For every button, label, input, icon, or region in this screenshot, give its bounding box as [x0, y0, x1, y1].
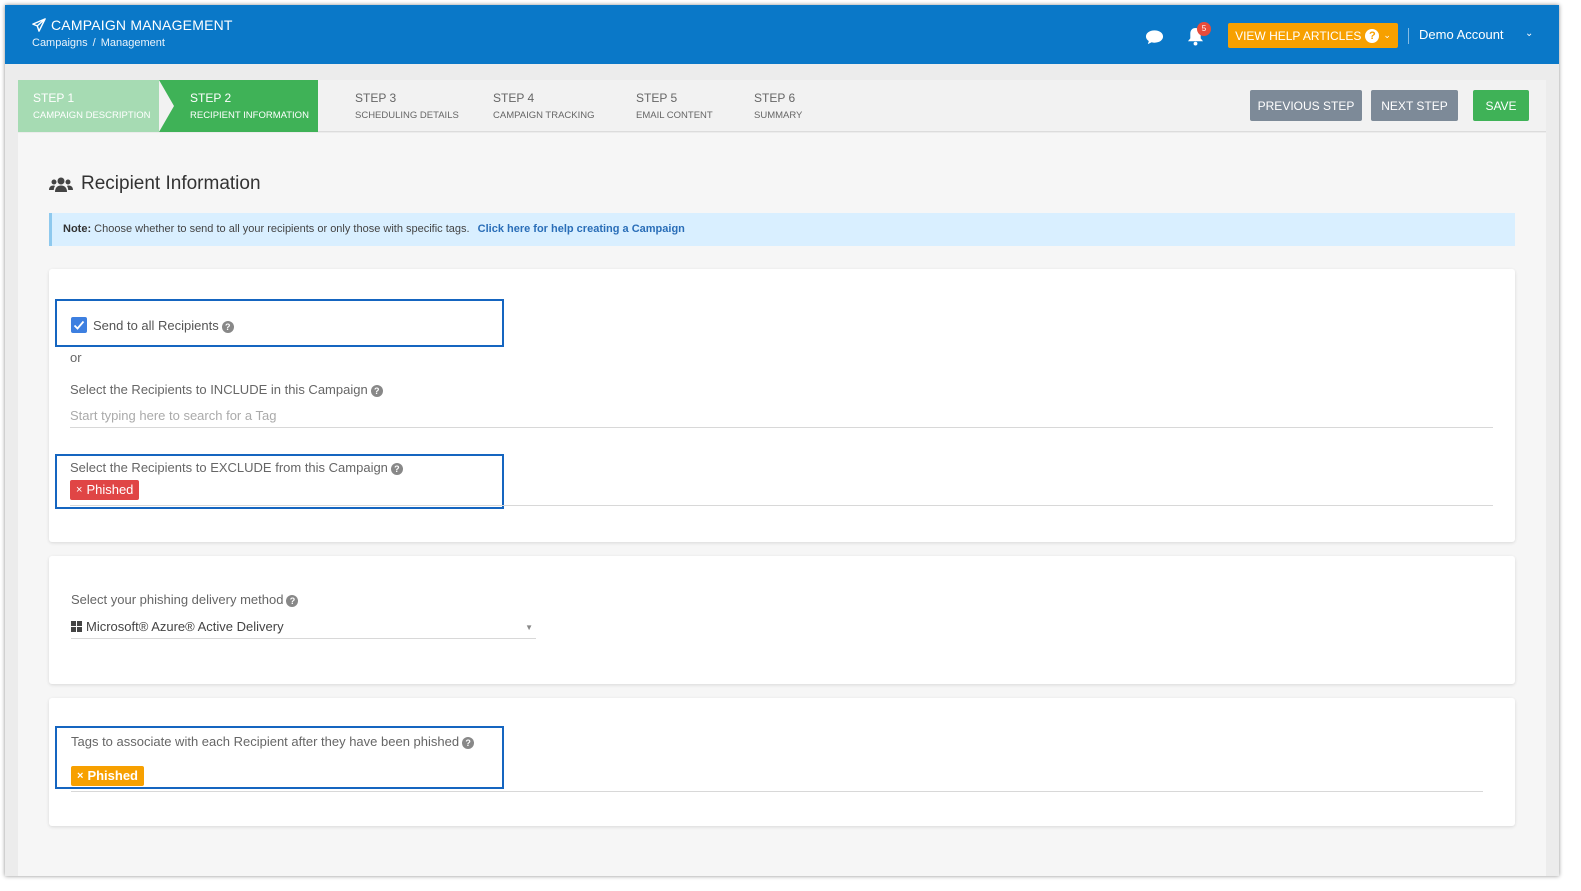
tag-text: Phished — [87, 768, 139, 783]
step-label: CAMPAIGN TRACKING — [493, 110, 595, 121]
chat-icon[interactable] — [1145, 29, 1164, 45]
main-content: Recipient Information Note: Choose wheth… — [18, 133, 1546, 876]
or-text: or — [70, 350, 82, 365]
post-tag-phished: × Phished — [71, 766, 145, 786]
help-icon[interactable]: ? — [221, 321, 234, 333]
account-name[interactable]: Demo Account — [1419, 27, 1504, 42]
step-5[interactable]: STEP 5 EMAIL CONTENT — [621, 80, 736, 132]
header-divider — [1408, 28, 1409, 44]
step-number: STEP 1 — [33, 91, 75, 105]
top-bar: CAMPAIGN MANAGEMENT Campaigns / Management… — [5, 5, 1559, 64]
step-4[interactable]: STEP 4 CAMPAIGN TRACKING — [478, 80, 618, 132]
chevron-down-icon: ⌄ — [1383, 30, 1391, 40]
step-3[interactable]: STEP 3 SCHEDULING DETAILS — [334, 80, 474, 132]
step-number: STEP 5 — [636, 91, 678, 105]
recipients-card: Send to all Recipients? or Select the Re… — [49, 269, 1515, 542]
breadcrumb-management: Management — [100, 37, 165, 49]
send-all-label: Send to all Recipients? — [93, 318, 234, 333]
help-icon[interactable]: ? — [370, 385, 383, 397]
delivery-method-select[interactable]: Microsoft® Azure® Active Delivery ▼ — [71, 615, 536, 639]
notification-badge: 5 — [1197, 22, 1211, 36]
breadcrumb-separator: / — [92, 37, 96, 49]
exclude-label: Select the Recipients to EXCLUDE from th… — [70, 460, 403, 475]
delivery-label: Select your phishing delivery method? — [71, 592, 299, 607]
step-label: SCHEDULING DETAILS — [355, 110, 459, 121]
view-help-articles-button[interactable]: VIEW HELP ARTICLES ? ⌄ — [1228, 23, 1398, 48]
previous-step-button[interactable]: PREVIOUS STEP — [1250, 90, 1362, 121]
note-text: Choose whether to send to all your recip… — [94, 223, 470, 235]
account-chevron-icon[interactable]: ⌄ — [1525, 28, 1533, 39]
delivery-selected-value: Microsoft® Azure® Active Delivery — [86, 619, 284, 634]
paper-plane-icon — [32, 18, 46, 32]
app-window: CAMPAIGN MANAGEMENT Campaigns / Management… — [5, 5, 1559, 876]
note-prefix: Note: — [63, 223, 92, 235]
send-all-checkbox[interactable] — [71, 317, 87, 333]
help-icon[interactable]: ? — [390, 463, 403, 475]
step-number: STEP 2 — [190, 91, 232, 105]
step-label: SUMMARY — [754, 110, 803, 121]
step-number: STEP 6 — [754, 91, 796, 105]
step-label: CAMPAIGN DESCRIPTION — [33, 110, 151, 121]
step-2[interactable]: STEP 2 RECIPIENT INFORMATION — [159, 80, 318, 132]
step-number: STEP 4 — [493, 91, 535, 105]
step-number: STEP 3 — [355, 91, 397, 105]
tag-text: Phished — [86, 482, 134, 497]
info-note: Note: Choose whether to send to all your… — [49, 213, 1515, 246]
step-label: EMAIL CONTENT — [636, 110, 713, 121]
wizard-steps: STEP 1 CAMPAIGN DESCRIPTION STEP 2 RECIP… — [18, 79, 1546, 133]
save-button[interactable]: SAVE — [1473, 90, 1529, 121]
windows-icon — [71, 621, 82, 632]
remove-tag-icon[interactable]: × — [76, 480, 82, 500]
delivery-label-text: Select your phishing delivery method — [71, 592, 284, 607]
remove-tag-icon[interactable]: × — [77, 766, 83, 786]
caret-down-icon: ▼ — [525, 623, 533, 632]
post-tags-label: Tags to associate with each Recipient af… — [71, 734, 475, 749]
help-icon[interactable]: ? — [286, 595, 299, 607]
delivery-card: Select your phishing delivery method? Mi… — [49, 556, 1515, 684]
post-tags-label-text: Tags to associate with each Recipient af… — [71, 734, 460, 749]
step-6[interactable]: STEP 6 SUMMARY — [739, 80, 829, 132]
help-campaign-link[interactable]: Click here for help creating a Campaign — [478, 223, 685, 235]
help-button-label: VIEW HELP ARTICLES — [1235, 28, 1362, 43]
include-label: Select the Recipients to INCLUDE in this… — [70, 382, 383, 397]
breadcrumb: Campaigns / Management — [32, 37, 170, 49]
users-icon — [49, 177, 73, 192]
include-tag-input[interactable] — [70, 404, 1493, 428]
exclude-tag-phished: × Phished — [70, 480, 140, 500]
checkmark-icon — [73, 320, 85, 330]
help-icon[interactable]: ? — [462, 737, 475, 749]
exclude-label-text: Select the Recipients to EXCLUDE from th… — [70, 460, 388, 475]
page-title: Recipient Information — [49, 173, 261, 195]
next-step-button[interactable]: NEXT STEP — [1371, 90, 1458, 121]
send-all-label-text: Send to all Recipients — [93, 318, 219, 333]
post-phish-tags-card: Tags to associate with each Recipient af… — [49, 698, 1515, 826]
breadcrumb-campaigns[interactable]: Campaigns — [32, 37, 88, 49]
step-label: RECIPIENT INFORMATION — [190, 110, 309, 121]
page-title-text: Recipient Information — [81, 173, 261, 194]
include-label-text: Select the Recipients to INCLUDE in this… — [70, 382, 368, 397]
app-title-text: CAMPAIGN MANAGEMENT — [51, 17, 233, 33]
app-title: CAMPAIGN MANAGEMENT — [32, 17, 233, 33]
step-1[interactable]: STEP 1 CAMPAIGN DESCRIPTION — [18, 80, 159, 132]
exclude-input-underline[interactable] — [70, 505, 1493, 506]
question-icon: ? — [1365, 28, 1380, 43]
post-tags-input-underline[interactable] — [71, 791, 1483, 792]
